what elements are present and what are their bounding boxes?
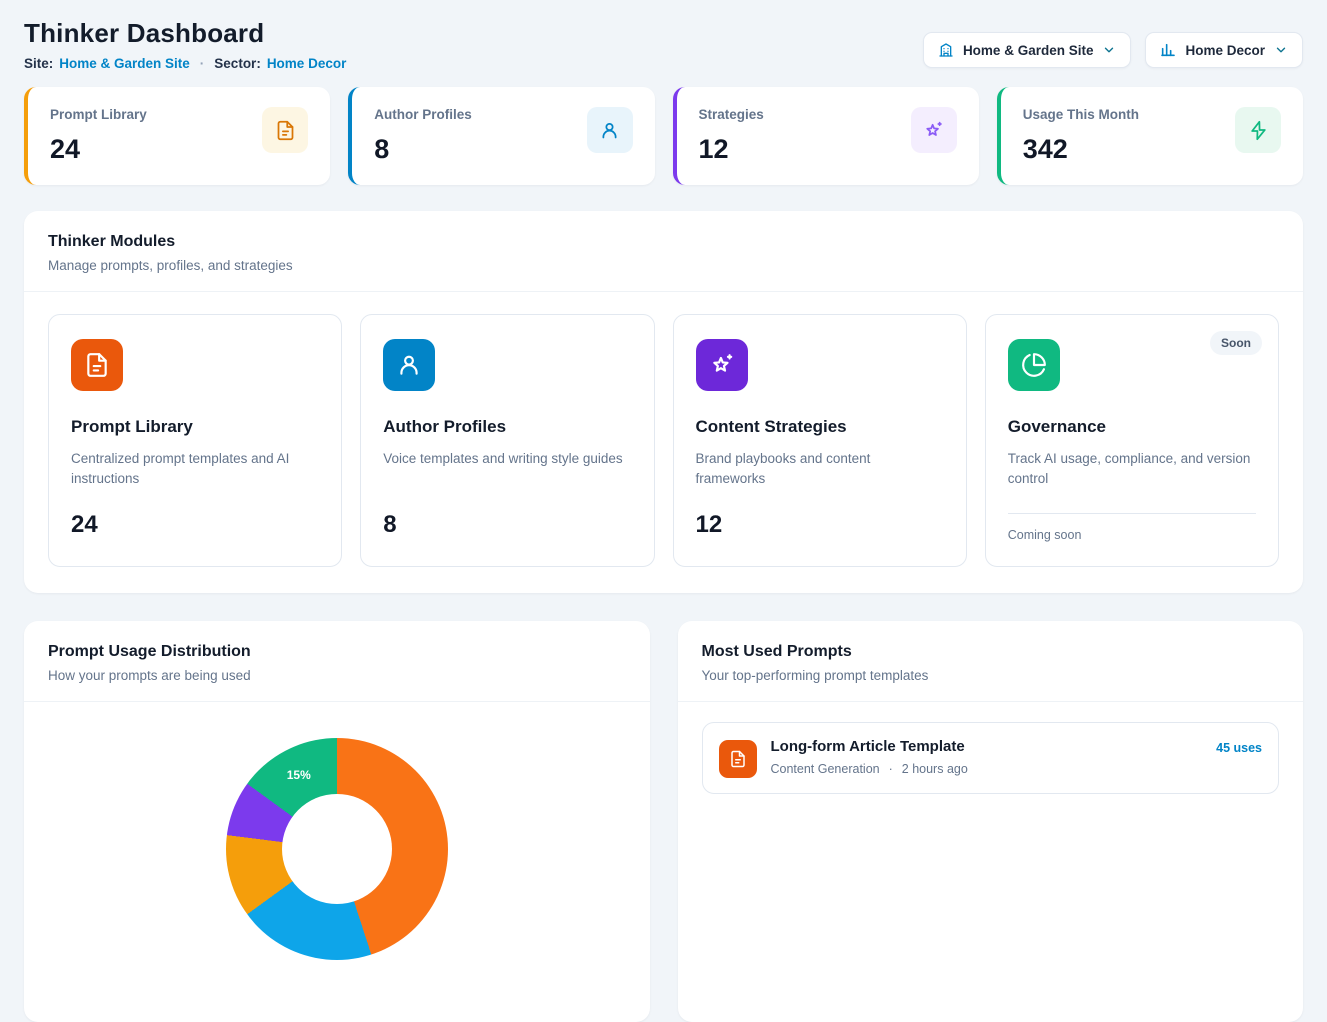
usage-header: Prompt Usage Distribution How your promp… bbox=[24, 621, 650, 702]
file-text-icon bbox=[719, 740, 757, 778]
most-used-prompts-panel: Most Used Prompts Your top-performing pr… bbox=[678, 621, 1304, 1022]
stat-card-strategies: Strategies 12 bbox=[673, 87, 979, 185]
prompt-usage-panel: Prompt Usage Distribution How your promp… bbox=[24, 621, 650, 1022]
usage-title: Prompt Usage Distribution bbox=[48, 643, 626, 661]
stat-label: Author Profiles bbox=[374, 107, 472, 122]
prompt-category: Content Generation bbox=[771, 762, 880, 776]
stat-label: Usage This Month bbox=[1023, 107, 1139, 122]
stat-card-prompt-library: Prompt Library 24 bbox=[24, 87, 330, 185]
stat-label: Prompt Library bbox=[50, 107, 147, 122]
meta-separator-dot: · bbox=[889, 762, 893, 776]
title-block: Thinker Dashboard Site: Home & Garden Si… bbox=[24, 18, 346, 71]
sector-link[interactable]: Home Decor bbox=[267, 56, 347, 71]
site-selector-dropdown[interactable]: Home & Garden Site bbox=[923, 32, 1132, 68]
donut-percentage-label: 15% bbox=[287, 768, 311, 782]
module-description: Centralized prompt templates and AI inst… bbox=[71, 449, 319, 491]
user-icon bbox=[587, 107, 633, 153]
prompts-title: Most Used Prompts bbox=[702, 643, 1280, 661]
module-description: Track AI usage, compliance, and version … bbox=[1008, 449, 1256, 491]
sector-selector-dropdown[interactable]: Home Decor bbox=[1145, 32, 1303, 68]
bottom-row: Prompt Usage Distribution How your promp… bbox=[24, 621, 1303, 1022]
separator-dot: · bbox=[200, 56, 205, 71]
module-description: Voice templates and writing style guides bbox=[383, 449, 631, 491]
stat-info: Prompt Library 24 bbox=[50, 107, 147, 165]
module-card-author-profiles[interactable]: Author Profiles Voice templates and writ… bbox=[360, 314, 654, 567]
user-icon bbox=[383, 339, 435, 391]
module-value: 24 bbox=[71, 511, 319, 539]
prompts-header: Most Used Prompts Your top-performing pr… bbox=[678, 621, 1304, 702]
usage-chart-area: 15% bbox=[24, 702, 650, 1022]
prompt-text: Long-form Article Template Content Gener… bbox=[771, 738, 1203, 776]
usage-donut-chart[interactable]: 15% bbox=[226, 738, 448, 960]
module-title: Governance bbox=[1008, 417, 1256, 437]
stat-value: 12 bbox=[699, 134, 764, 165]
prompt-meta: Content Generation · 2 hours ago bbox=[771, 762, 1203, 776]
breadcrumb: Site: Home & Garden Site · Sector: Home … bbox=[24, 56, 346, 71]
stat-info: Author Profiles 8 bbox=[374, 107, 472, 165]
site-selector-label: Home & Garden Site bbox=[963, 43, 1094, 58]
stat-label: Strategies bbox=[699, 107, 764, 122]
prompt-time: 2 hours ago bbox=[902, 762, 968, 776]
module-value: 12 bbox=[696, 511, 944, 539]
sector-selector-label: Home Decor bbox=[1185, 43, 1265, 58]
stat-card-usage: Usage This Month 342 bbox=[997, 87, 1303, 185]
module-title: Author Profiles bbox=[383, 417, 631, 437]
module-title: Prompt Library bbox=[71, 417, 319, 437]
module-title: Content Strategies bbox=[696, 417, 944, 437]
thinker-modules-panel: Thinker Modules Manage prompts, profiles… bbox=[24, 211, 1303, 593]
prompts-subtitle: Your top-performing prompt templates bbox=[702, 668, 1280, 683]
prompt-list-item[interactable]: Long-form Article Template Content Gener… bbox=[702, 722, 1280, 794]
modules-header: Thinker Modules Manage prompts, profiles… bbox=[24, 211, 1303, 292]
stat-card-author-profiles: Author Profiles 8 bbox=[348, 87, 654, 185]
lightning-icon bbox=[1235, 107, 1281, 153]
selectors: Home & Garden Site Home Decor bbox=[923, 32, 1303, 68]
sector-label: Sector: bbox=[214, 56, 261, 71]
building-icon bbox=[938, 42, 954, 58]
stat-value: 24 bbox=[50, 134, 147, 165]
prompt-title: Long-form Article Template bbox=[771, 738, 1203, 755]
modules-grid: Prompt Library Centralized prompt templa… bbox=[24, 292, 1303, 593]
bar-chart-icon bbox=[1160, 42, 1176, 58]
prompt-uses-badge: 45 uses bbox=[1216, 741, 1262, 755]
module-card-governance[interactable]: Soon Governance Track AI usage, complian… bbox=[985, 314, 1279, 567]
modules-title: Thinker Modules bbox=[48, 233, 1279, 251]
thinker-dashboard-page: Thinker Dashboard Site: Home & Garden Si… bbox=[0, 0, 1327, 1022]
modules-subtitle: Manage prompts, profiles, and strategies bbox=[48, 258, 1279, 273]
module-card-content-strategies[interactable]: Content Strategies Brand playbooks and c… bbox=[673, 314, 967, 567]
usage-subtitle: How your prompts are being used bbox=[48, 668, 626, 683]
pie-chart-icon bbox=[1008, 339, 1060, 391]
chevron-down-icon bbox=[1102, 43, 1116, 57]
star-sparkle-icon bbox=[696, 339, 748, 391]
star-sparkle-icon bbox=[911, 107, 957, 153]
module-card-prompt-library[interactable]: Prompt Library Centralized prompt templa… bbox=[48, 314, 342, 567]
site-label: Site: bbox=[24, 56, 53, 71]
stat-info: Strategies 12 bbox=[699, 107, 764, 165]
topbar: Thinker Dashboard Site: Home & Garden Si… bbox=[24, 18, 1303, 71]
stats-row: Prompt Library 24 Author Profiles 8 Stra… bbox=[24, 87, 1303, 185]
site-link[interactable]: Home & Garden Site bbox=[59, 56, 190, 71]
file-text-icon bbox=[71, 339, 123, 391]
chevron-down-icon bbox=[1274, 43, 1288, 57]
stat-value: 8 bbox=[374, 134, 472, 165]
file-text-icon bbox=[262, 107, 308, 153]
page-title: Thinker Dashboard bbox=[24, 18, 346, 49]
soon-badge: Soon bbox=[1210, 331, 1262, 355]
module-description: Brand playbooks and content frameworks bbox=[696, 449, 944, 491]
stat-value: 342 bbox=[1023, 134, 1139, 165]
stat-info: Usage This Month 342 bbox=[1023, 107, 1139, 165]
coming-soon-text: Coming soon bbox=[1008, 513, 1256, 542]
module-value: 8 bbox=[383, 511, 631, 539]
prompts-list: Long-form Article Template Content Gener… bbox=[678, 702, 1304, 814]
